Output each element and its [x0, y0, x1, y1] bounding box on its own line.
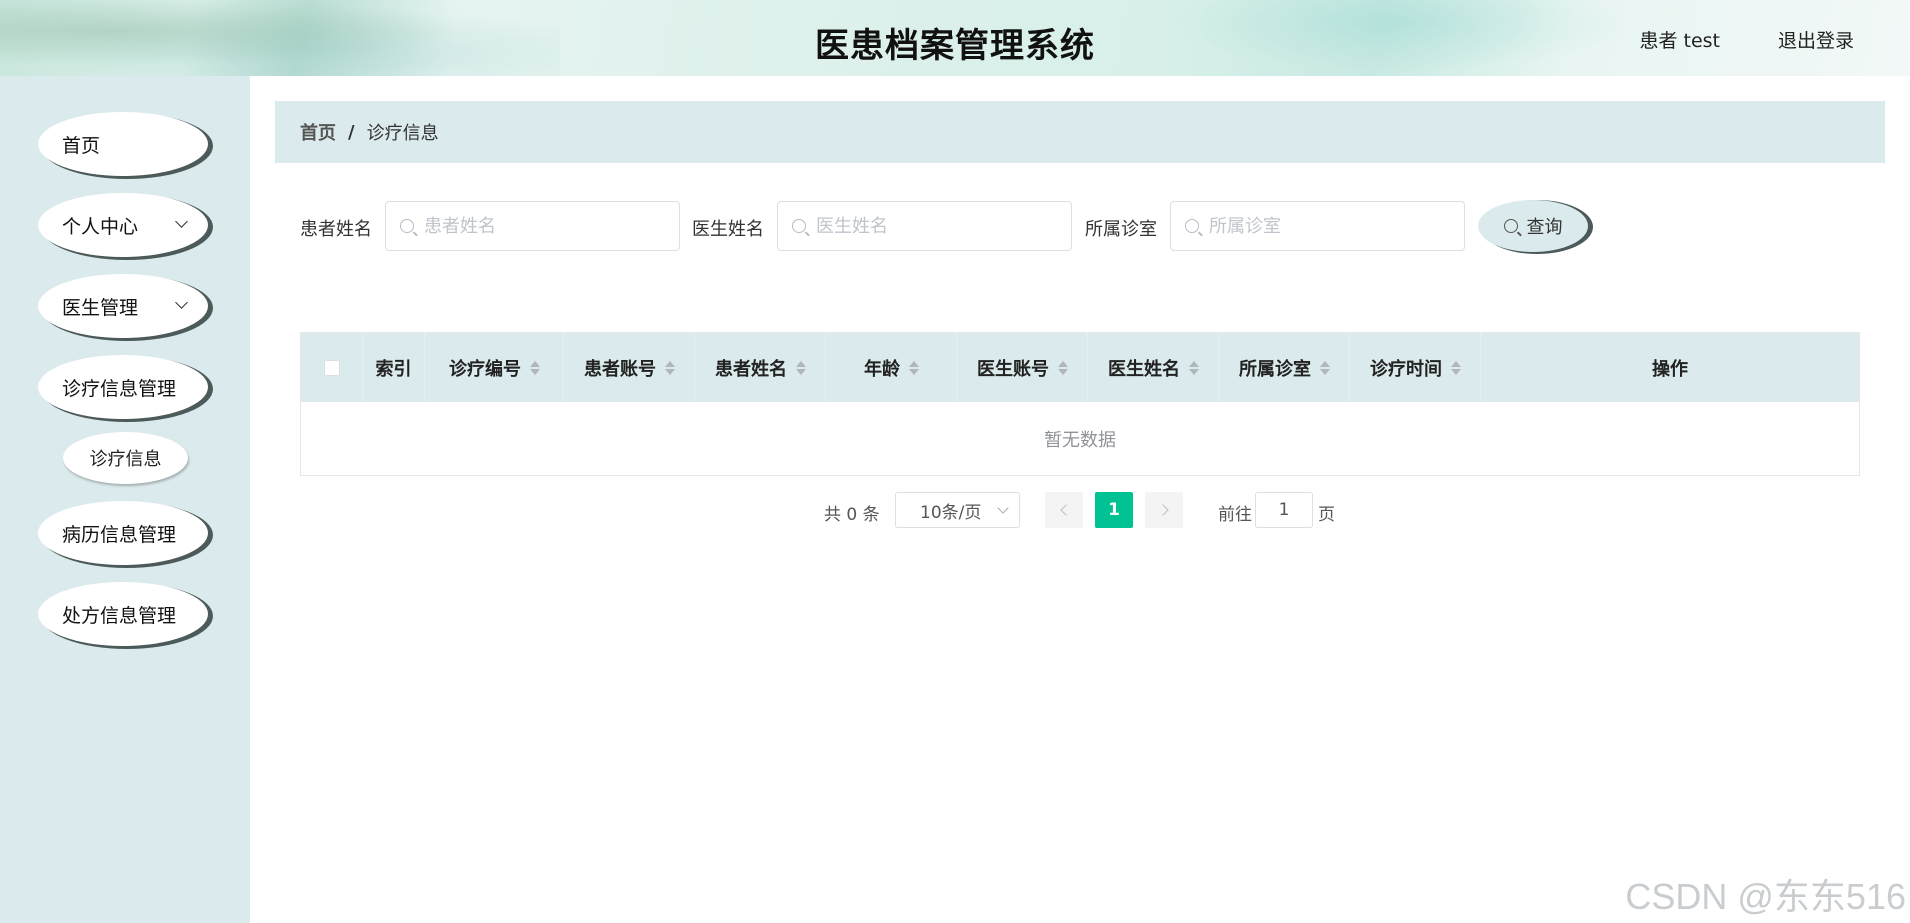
sidebar-item-prescription-management[interactable]: 处方信息管理: [38, 582, 208, 646]
chevron-down-icon: [175, 215, 188, 228]
sidebar-item-label: 病历信息管理: [62, 523, 177, 546]
column-header-label: 医生账号: [977, 358, 1049, 380]
column-header-label: 年龄: [864, 358, 900, 380]
table-empty-text: 暂无数据: [1044, 429, 1116, 451]
column-header-doctor-account[interactable]: 医生账号: [957, 333, 1088, 402]
page-size-value: 10条/页: [920, 502, 982, 523]
clinic-room-input[interactable]: [1209, 215, 1449, 237]
column-header-label: 医生姓名: [1108, 358, 1180, 380]
breadcrumb-separator: /: [348, 121, 355, 143]
table-header: 索引 诊疗编号 患者账号 患者姓名 年龄 医生账号 医生姓名 所属诊室 诊疗时间…: [301, 333, 1859, 402]
column-header-label: 诊疗编号: [449, 358, 521, 380]
app-header: 医患档案管理系统 患者 test 退出登录: [0, 0, 1910, 76]
column-header-actions: 操作: [1481, 333, 1859, 402]
sidebar-item-personal-center[interactable]: 个人中心: [38, 193, 208, 257]
column-header-label: 诊疗时间: [1370, 358, 1442, 380]
watermark: CSDN @东东516: [1625, 876, 1906, 917]
column-header-diagnosis-time[interactable]: 诊疗时间: [1350, 333, 1481, 402]
app-title: 医患档案管理系统: [815, 26, 1095, 66]
column-header-index: 索引: [363, 333, 425, 402]
doctor-name-field[interactable]: [777, 201, 1072, 251]
column-header-label: 索引: [375, 358, 412, 380]
chevron-down-icon: [997, 502, 1009, 514]
column-header-clinic-room[interactable]: 所属诊室: [1219, 333, 1350, 402]
prev-page-button[interactable]: [1045, 492, 1083, 528]
column-header-label: 患者账号: [584, 358, 656, 380]
chevron-down-icon: [175, 296, 188, 309]
clinic-room-label: 所属诊室: [1085, 219, 1157, 240]
column-header-label: 操作: [1652, 358, 1688, 380]
sort-icon[interactable]: [1450, 360, 1461, 376]
sort-icon[interactable]: [1188, 360, 1199, 376]
column-header-doctor-name[interactable]: 医生姓名: [1088, 333, 1219, 402]
query-button[interactable]: 查询: [1478, 200, 1588, 252]
query-button-label: 查询: [1526, 217, 1563, 238]
breadcrumb-current: 诊疗信息: [366, 123, 439, 144]
sidebar-item-label: 个人中心: [62, 215, 139, 238]
sidebar: 首页 个人中心 医生管理 诊疗信息管理 诊疗信息 病历信息管理 处方信息管理: [0, 76, 250, 923]
column-header-label: 所属诊室: [1239, 358, 1311, 380]
sort-icon[interactable]: [908, 360, 919, 376]
search-icon: [400, 219, 414, 233]
sidebar-item-doctor-management[interactable]: 医生管理: [38, 274, 208, 338]
column-header-patient-account[interactable]: 患者账号: [564, 333, 695, 402]
sort-icon[interactable]: [795, 360, 806, 376]
sidebar-item-medical-record-management[interactable]: 病历信息管理: [38, 501, 208, 565]
breadcrumb: 首页 / 诊疗信息: [275, 101, 1885, 163]
sidebar-item-home[interactable]: 首页: [38, 112, 208, 176]
clinic-room-field[interactable]: [1170, 201, 1465, 251]
search-icon: [1503, 219, 1518, 233]
column-header-age[interactable]: 年龄: [826, 333, 957, 402]
page-number-current[interactable]: 1: [1095, 492, 1133, 528]
doctor-name-label: 医生姓名: [692, 219, 764, 240]
sidebar-item-label: 诊疗信息管理: [62, 377, 177, 400]
chevron-left-icon: [1059, 504, 1072, 516]
diagnosis-table: 索引 诊疗编号 患者账号 患者姓名 年龄 医生账号 医生姓名 所属诊室 诊疗时间…: [300, 332, 1860, 476]
patient-name-label: 患者姓名: [300, 219, 372, 240]
sort-icon[interactable]: [529, 360, 540, 376]
sidebar-item-label: 首页: [62, 134, 101, 157]
column-header-label: 患者姓名: [715, 358, 787, 380]
column-header-patient-name[interactable]: 患者姓名: [695, 333, 826, 402]
goto-label: 前往: [1218, 505, 1252, 525]
next-page-button[interactable]: [1145, 492, 1183, 528]
select-all-cell: [301, 333, 363, 402]
sidebar-subitem-diagnosis-info[interactable]: 诊疗信息: [63, 432, 188, 484]
patient-name-field[interactable]: [385, 201, 680, 251]
sort-icon[interactable]: [1319, 360, 1330, 376]
sidebar-item-diagnosis-management[interactable]: 诊疗信息管理: [38, 355, 208, 419]
column-header-diagnosis-no[interactable]: 诊疗编号: [425, 333, 564, 402]
goto-page-input[interactable]: [1255, 492, 1313, 528]
select-all-checkbox[interactable]: [323, 359, 340, 376]
pagination-total: 共 0 条: [824, 505, 880, 525]
current-user: 患者 test: [1639, 30, 1720, 52]
page-size-select[interactable]: 10条/页: [895, 492, 1020, 528]
search-icon: [1185, 219, 1199, 233]
doctor-name-input[interactable]: [816, 215, 1056, 237]
search-icon: [792, 219, 806, 233]
logout-link[interactable]: 退出登录: [1778, 26, 1854, 53]
sort-icon[interactable]: [664, 360, 675, 376]
sort-icon[interactable]: [1057, 360, 1068, 376]
sidebar-item-label: 医生管理: [62, 296, 139, 319]
patient-name-input[interactable]: [424, 215, 664, 237]
sidebar-item-label: 处方信息管理: [62, 604, 177, 627]
goto-page-unit: 页: [1318, 505, 1335, 525]
chevron-right-icon: [1156, 504, 1169, 516]
breadcrumb-home[interactable]: 首页: [300, 119, 336, 145]
